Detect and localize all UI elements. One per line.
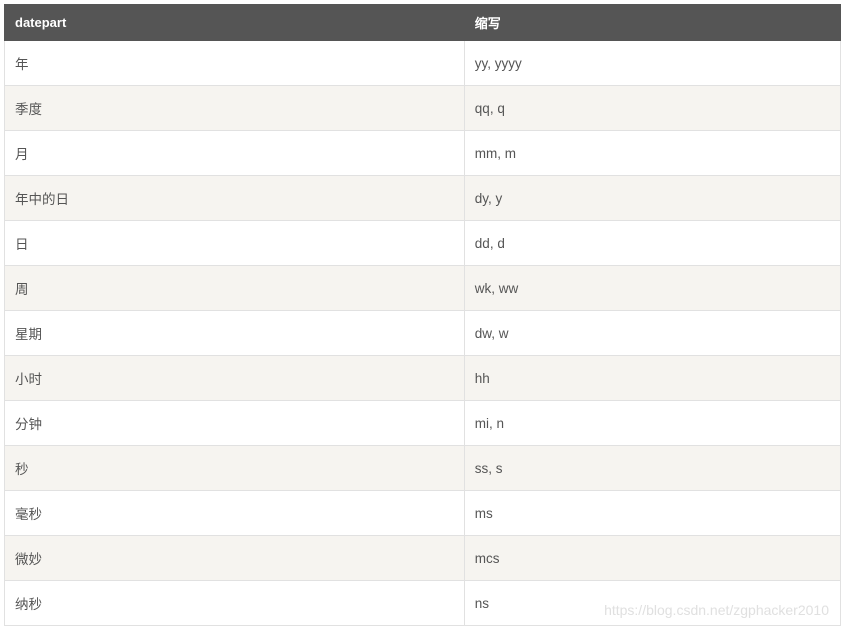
cell-datepart: 秒 [5,446,465,491]
table-row: 日 dd, d [5,221,841,266]
header-datepart: datepart [5,5,465,41]
table-wrapper: datepart 缩写 年 yy, yyyy 季度 qq, q 月 mm, m … [4,4,841,626]
cell-datepart: 年中的日 [5,176,465,221]
table-row: 星期 dw, w [5,311,841,356]
cell-abbr: ms [464,491,840,536]
cell-datepart: 星期 [5,311,465,356]
cell-datepart: 月 [5,131,465,176]
cell-datepart: 纳秒 [5,581,465,626]
table-row: 年 yy, yyyy [5,41,841,86]
cell-datepart: 周 [5,266,465,311]
cell-abbr: dy, y [464,176,840,221]
cell-abbr: hh [464,356,840,401]
cell-abbr: ss, s [464,446,840,491]
cell-abbr: mm, m [464,131,840,176]
cell-datepart: 毫秒 [5,491,465,536]
table-row: 秒 ss, s [5,446,841,491]
table-row: 纳秒 ns [5,581,841,626]
table-body: 年 yy, yyyy 季度 qq, q 月 mm, m 年中的日 dy, y 日… [5,41,841,626]
header-abbr: 缩写 [464,5,840,41]
cell-datepart: 日 [5,221,465,266]
table-row: 小时 hh [5,356,841,401]
cell-datepart: 分钟 [5,401,465,446]
cell-abbr: yy, yyyy [464,41,840,86]
header-row: datepart 缩写 [5,5,841,41]
cell-abbr: mi, n [464,401,840,446]
cell-abbr: dw, w [464,311,840,356]
cell-abbr: wk, ww [464,266,840,311]
cell-datepart: 季度 [5,86,465,131]
cell-datepart: 微妙 [5,536,465,581]
cell-datepart: 小时 [5,356,465,401]
cell-abbr: ns [464,581,840,626]
table-row: 分钟 mi, n [5,401,841,446]
table-row: 年中的日 dy, y [5,176,841,221]
datepart-table: datepart 缩写 年 yy, yyyy 季度 qq, q 月 mm, m … [4,4,841,626]
cell-abbr: dd, d [464,221,840,266]
table-row: 周 wk, ww [5,266,841,311]
cell-abbr: qq, q [464,86,840,131]
table-row: 月 mm, m [5,131,841,176]
table-row: 季度 qq, q [5,86,841,131]
cell-abbr: mcs [464,536,840,581]
cell-datepart: 年 [5,41,465,86]
table-row: 微妙 mcs [5,536,841,581]
table-row: 毫秒 ms [5,491,841,536]
